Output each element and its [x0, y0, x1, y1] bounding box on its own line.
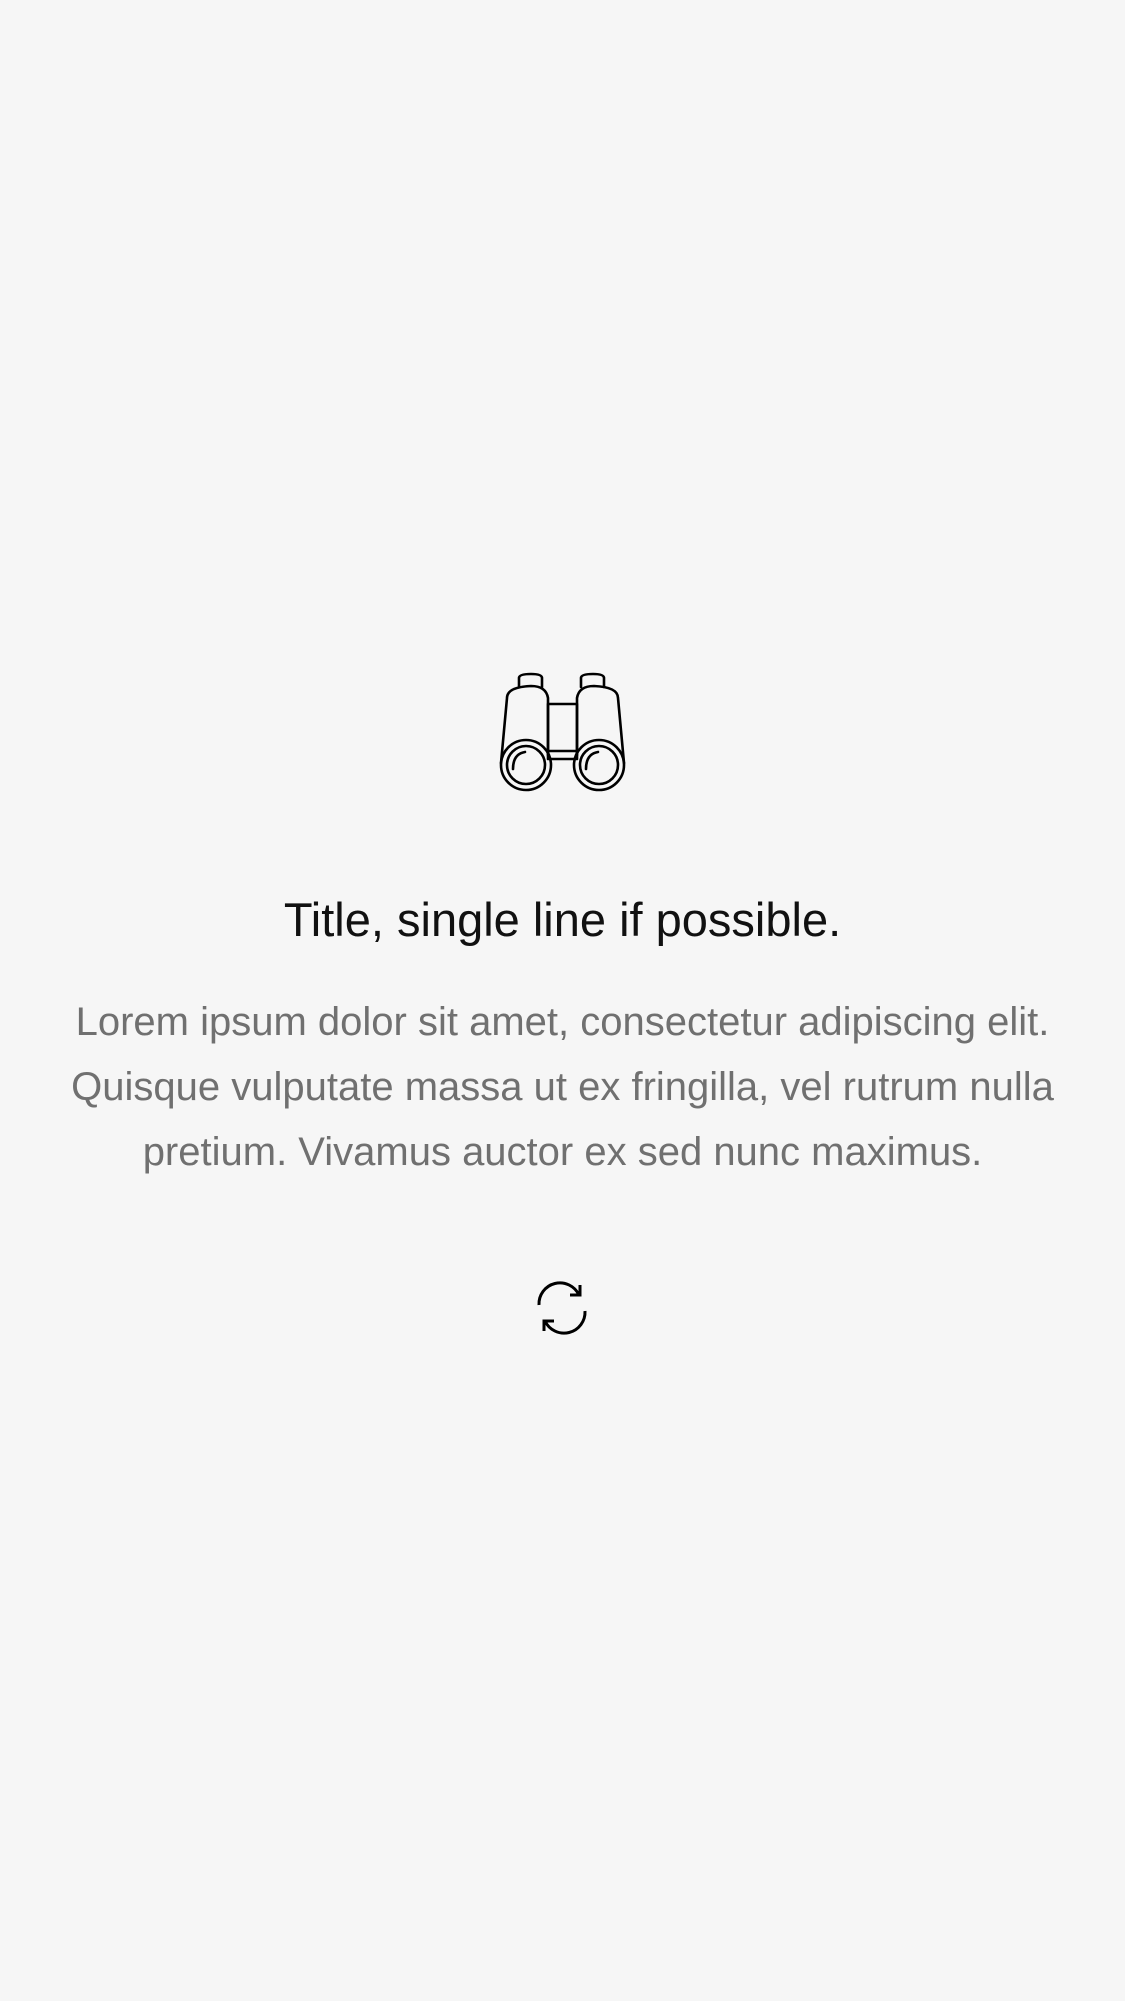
empty-state: Title, single line if possible. Lorem ip…: [0, 0, 1125, 2001]
binoculars-icon: [495, 662, 630, 797]
refresh-button[interactable]: [532, 1278, 592, 1338]
empty-state-title: Title, single line if possible.: [283, 893, 842, 946]
empty-state-message: Lorem ipsum dolor sit amet, consectetur …: [71, 1000, 1054, 1174]
refresh-icon: [537, 1281, 587, 1335]
